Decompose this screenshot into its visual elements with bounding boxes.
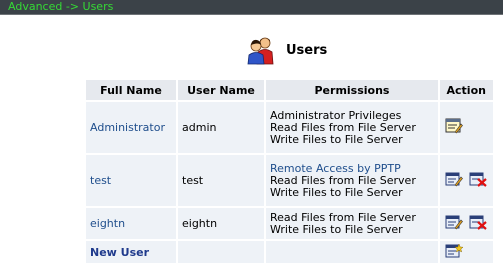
full-name-cell[interactable]: Administrator — [86, 102, 176, 153]
breadcrumb: Advanced -> Users — [8, 0, 114, 13]
permission-item: Write Files to File Server — [270, 222, 403, 236]
full-name-link[interactable]: test — [90, 174, 111, 187]
edit-icon[interactable] — [445, 171, 463, 190]
column-header-permissions: Permissions — [266, 80, 438, 100]
users-table: Full Name User Name Permissions Action A… — [84, 78, 495, 265]
users-icon — [247, 37, 274, 65]
permission-item: Administrator Privileges — [270, 108, 402, 122]
table-row: eightn eightn Read Files from File Serve… — [86, 208, 493, 239]
user-name-cell: admin — [178, 102, 264, 153]
page-title: Users — [286, 42, 328, 58]
permission-item: Read Files from File Server — [270, 210, 416, 224]
table-row: Administrator admin Administrator Privil… — [86, 102, 493, 153]
table-row: test test Remote Access by PPTP Read Fil… — [86, 155, 493, 206]
table-header-row: Full Name User Name Permissions Action — [86, 80, 493, 100]
permissions-cell: Remote Access by PPTP Read Files from Fi… — [266, 155, 438, 206]
column-header-user-name: User Name — [178, 80, 264, 100]
permission-item: Read Files from File Server — [270, 120, 416, 134]
user-name-cell: test — [178, 155, 264, 206]
action-cell — [440, 155, 493, 206]
add-user-icon[interactable] — [445, 242, 464, 262]
delete-icon[interactable] — [469, 171, 487, 190]
permission-item: Write Files to File Server — [270, 185, 403, 199]
empty-cell — [178, 241, 264, 263]
column-header-full-name: Full Name — [86, 80, 176, 100]
full-name-link[interactable]: eightn — [90, 217, 125, 230]
new-user-cell[interactable]: New User — [86, 241, 176, 263]
action-cell — [440, 102, 493, 153]
page-header: Users — [246, 34, 327, 66]
permissions-cell: Read Files from File Server Write Files … — [266, 208, 438, 239]
full-name-cell[interactable]: eightn — [86, 208, 176, 239]
edit-icon[interactable] — [445, 118, 463, 137]
column-header-action: Action — [440, 80, 493, 100]
user-name-cell: eightn — [178, 208, 264, 239]
permission-item: Write Files to File Server — [270, 132, 403, 146]
permissions-cell: Administrator Privileges Read Files from… — [266, 102, 438, 153]
edit-icon[interactable] — [445, 214, 463, 233]
new-user-row: New User — [86, 241, 493, 263]
action-cell — [440, 208, 493, 239]
permission-item: Read Files from File Server — [270, 173, 416, 187]
empty-cell — [266, 241, 438, 263]
new-user-link[interactable]: New User — [90, 246, 149, 259]
full-name-link[interactable]: Administrator — [90, 121, 165, 134]
permission-item[interactable]: Remote Access by PPTP — [270, 162, 434, 175]
action-cell — [440, 241, 493, 263]
breadcrumb-bar: Advanced -> Users — [0, 0, 503, 15]
delete-icon[interactable] — [469, 214, 487, 233]
full-name-cell[interactable]: test — [86, 155, 176, 206]
